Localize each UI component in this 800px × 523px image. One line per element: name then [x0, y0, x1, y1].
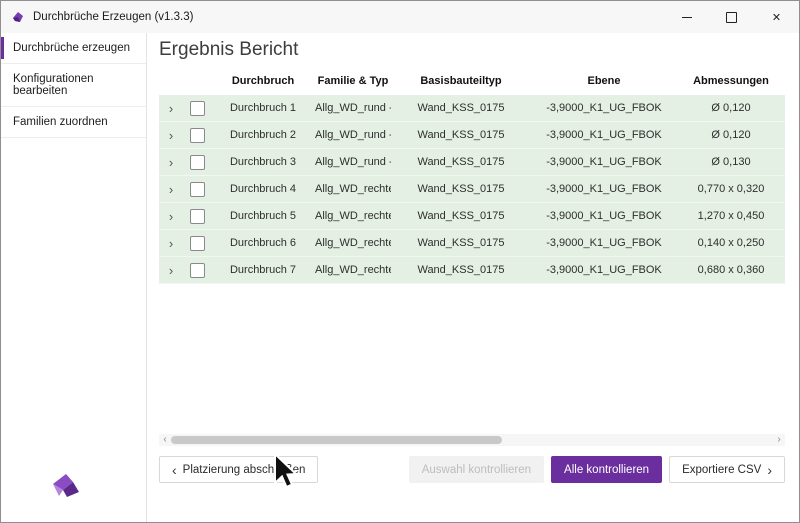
sidebar-item-label: Konfigurationen bearbeiten	[13, 73, 94, 97]
expand-chevron-icon[interactable]: ›	[159, 102, 183, 115]
maximize-icon	[726, 12, 737, 23]
cell-basisbauteiltyp: Wand_KSS_0175	[391, 129, 531, 141]
minimize-icon	[682, 17, 692, 18]
cell-basisbauteiltyp: Wand_KSS_0175	[391, 183, 531, 195]
maximize-button[interactable]	[709, 1, 754, 33]
cell-familie-typ: Allg_WD_rechteckig - Heizung_K...	[315, 210, 391, 222]
cell-basisbauteiltyp: Wand_KSS_0175	[391, 210, 531, 222]
column-header-abmessungen: Abmessungen	[677, 75, 785, 87]
column-header-durchbruch: Durchbruch	[211, 75, 315, 87]
table-row[interactable]: › Durchbruch 6 Allg_WD_rechteckig - Kält…	[159, 230, 785, 257]
cell-familie-typ: Allg_WD_rechteckig - Heizung_S...	[315, 183, 391, 195]
close-icon: ✕	[772, 11, 781, 24]
sidebar: Durchbrüche erzeugen Konfigurationen bea…	[1, 33, 147, 522]
row-checkbox[interactable]	[190, 236, 205, 251]
cell-abmessungen: 0,770 x 0,320	[677, 183, 785, 195]
cell-basisbauteiltyp: Wand_KSS_0175	[391, 156, 531, 168]
row-checkbox[interactable]	[190, 101, 205, 116]
window-controls: ✕	[664, 1, 799, 33]
row-checkbox[interactable]	[190, 209, 205, 224]
minimize-button[interactable]	[664, 1, 709, 33]
expand-chevron-icon[interactable]: ›	[159, 156, 183, 169]
cell-ebene: -3,9000_K1_UG_FBOK	[531, 183, 677, 195]
cell-ebene: -3,9000_K1_UG_FBOK	[531, 102, 677, 114]
main-content: Ergebnis Bericht Durchbruch Familie & Ty…	[147, 33, 799, 522]
sidebar-item-durchbrueche-erzeugen[interactable]: Durchbrüche erzeugen	[1, 33, 146, 64]
cell-durchbruch: Durchbruch 7	[211, 264, 315, 276]
cell-abmessungen: Ø 0,130	[677, 156, 785, 168]
sidebar-item-label: Durchbrüche erzeugen	[13, 42, 130, 54]
column-header-basisbauteiltyp: Basisbauteiltyp	[391, 75, 531, 87]
cell-durchbruch: Durchbruch 1	[211, 102, 315, 114]
row-checkbox[interactable]	[190, 182, 205, 197]
sidebar-item-familien-zuordnen[interactable]: Familien zuordnen	[1, 107, 146, 138]
cell-basisbauteiltyp: Wand_KSS_0175	[391, 102, 531, 114]
cell-ebene: -3,9000_K1_UG_FBOK	[531, 237, 677, 249]
export-csv-button[interactable]: Exportiere CSV ›	[669, 456, 785, 483]
cell-durchbruch: Durchbruch 5	[211, 210, 315, 222]
cell-abmessungen: 0,680 x 0,360	[677, 264, 785, 276]
app-logo	[49, 470, 83, 500]
expand-chevron-icon[interactable]: ›	[159, 183, 183, 196]
cell-ebene: -3,9000_K1_UG_FBOK	[531, 129, 677, 141]
cell-ebene: -3,9000_K1_UG_FBOK	[531, 264, 677, 276]
cell-familie-typ: Allg_WD_rund - Kälte	[315, 102, 391, 114]
cell-durchbruch: Durchbruch 6	[211, 237, 315, 249]
app-window: Durchbrüche Erzeugen (v1.3.3) ✕ Durchbrü…	[0, 0, 800, 523]
cell-durchbruch: Durchbruch 4	[211, 183, 315, 195]
table-row[interactable]: › Durchbruch 1 Allg_WD_rund - Kälte Wand…	[159, 95, 785, 122]
sidebar-item-konfigurationen-bearbeiten[interactable]: Konfigurationen bearbeiten	[1, 64, 146, 107]
sidebar-item-label: Familien zuordnen	[13, 116, 108, 128]
scroll-right-icon[interactable]: ›	[773, 434, 785, 446]
chevron-left-icon: ‹	[172, 463, 177, 477]
cell-abmessungen: 0,140 x 0,250	[677, 237, 785, 249]
row-checkbox[interactable]	[190, 263, 205, 278]
expand-chevron-icon[interactable]: ›	[159, 129, 183, 142]
check-all-button[interactable]: Alle kontrollieren	[551, 456, 662, 483]
cell-ebene: -3,9000_K1_UG_FBOK	[531, 156, 677, 168]
finish-placement-button[interactable]: ‹ Platzierung abschließen	[159, 456, 318, 483]
table-row[interactable]: › Durchbruch 3 Allg_WD_rund - Heizung Wa…	[159, 149, 785, 176]
close-button[interactable]: ✕	[754, 1, 799, 33]
chevron-right-icon: ›	[767, 463, 772, 477]
table-row[interactable]: › Durchbruch 5 Allg_WD_rechteckig - Heiz…	[159, 203, 785, 230]
table-row[interactable]: › Durchbruch 2 Allg_WD_rund - Kälte Wand…	[159, 122, 785, 149]
result-table: Durchbruch Familie & Typ Basisbauteiltyp…	[159, 67, 785, 284]
cell-durchbruch: Durchbruch 3	[211, 156, 315, 168]
table-row[interactable]: › Durchbruch 7 Allg_WD_rechteckig - Kält…	[159, 257, 785, 284]
cell-abmessungen: 1,270 x 0,450	[677, 210, 785, 222]
expand-chevron-icon[interactable]: ›	[159, 237, 183, 250]
cell-familie-typ: Allg_WD_rechteckig - Kälte	[315, 264, 391, 276]
app-icon	[11, 10, 25, 24]
window-title: Durchbrüche Erzeugen (v1.3.3)	[33, 11, 193, 23]
cell-familie-typ: Allg_WD_rechteckig - Kälte	[315, 237, 391, 249]
row-checkbox[interactable]	[190, 155, 205, 170]
scrollbar-track[interactable]	[171, 434, 773, 446]
expand-chevron-icon[interactable]: ›	[159, 264, 183, 277]
cell-abmessungen: Ø 0,120	[677, 102, 785, 114]
column-header-familie-typ: Familie & Typ	[315, 75, 391, 87]
cell-durchbruch: Durchbruch 2	[211, 129, 315, 141]
cell-abmessungen: Ø 0,120	[677, 129, 785, 141]
scroll-left-icon[interactable]: ‹	[159, 434, 171, 446]
titlebar: Durchbrüche Erzeugen (v1.3.3) ✕	[1, 1, 799, 33]
footer-toolbar: ‹ Platzierung abschließen Auswahl kontro…	[159, 456, 785, 483]
cell-basisbauteiltyp: Wand_KSS_0175	[391, 264, 531, 276]
table-row[interactable]: › Durchbruch 4 Allg_WD_rechteckig - Heiz…	[159, 176, 785, 203]
table-body: › Durchbruch 1 Allg_WD_rund - Kälte Wand…	[159, 95, 785, 284]
cell-familie-typ: Allg_WD_rund - Heizung	[315, 156, 391, 168]
horizontal-scrollbar[interactable]: ‹ ›	[159, 434, 785, 446]
cell-ebene: -3,9000_K1_UG_FBOK	[531, 210, 677, 222]
export-csv-label: Exportiere CSV	[682, 464, 761, 476]
table-header: Durchbruch Familie & Typ Basisbauteiltyp…	[159, 67, 785, 95]
cell-familie-typ: Allg_WD_rund - Kälte	[315, 129, 391, 141]
column-header-ebene: Ebene	[531, 75, 677, 87]
scrollbar-thumb[interactable]	[171, 436, 502, 444]
cell-basisbauteiltyp: Wand_KSS_0175	[391, 237, 531, 249]
row-checkbox[interactable]	[190, 128, 205, 143]
finish-placement-label: Platzierung abschließen	[183, 464, 306, 476]
expand-chevron-icon[interactable]: ›	[159, 210, 183, 223]
page-title: Ergebnis Bericht	[159, 39, 298, 61]
check-selection-button[interactable]: Auswahl kontrollieren	[409, 456, 544, 483]
